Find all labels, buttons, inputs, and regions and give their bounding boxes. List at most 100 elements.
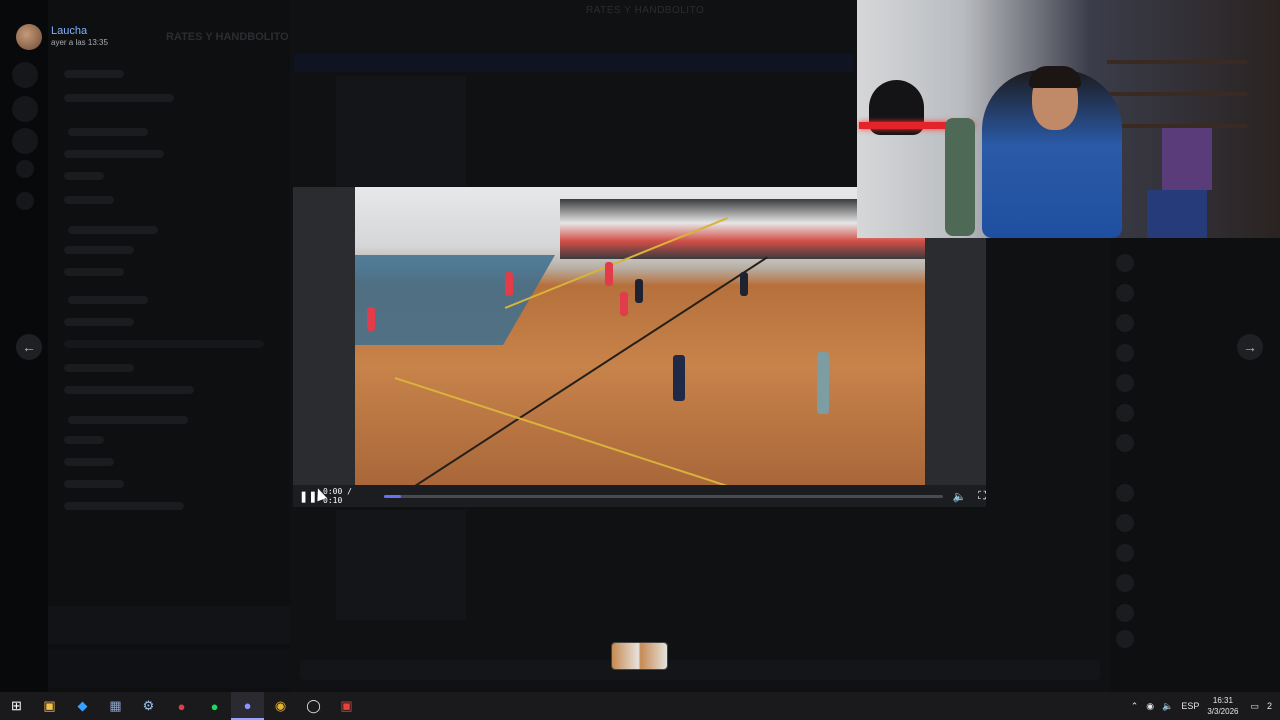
- message-input[interactable]: [300, 660, 1100, 680]
- fullscreen-icon[interactable]: ⛶: [978, 490, 986, 503]
- arrow-right-icon: →: [1243, 339, 1257, 355]
- channel-item-selected[interactable]: [64, 340, 264, 348]
- clock-time: 16:31: [1212, 696, 1233, 705]
- member-avatar[interactable]: [1116, 574, 1134, 592]
- pause-icon[interactable]: ❚❚: [299, 490, 317, 503]
- discord-icon[interactable]: ●: [231, 692, 264, 720]
- player-figure: [367, 307, 375, 331]
- member-avatar[interactable]: [1116, 344, 1134, 362]
- member-avatar[interactable]: [1116, 630, 1134, 648]
- member-avatar[interactable]: [1116, 254, 1134, 272]
- clock[interactable]: 16:31 3/3/2026: [1207, 695, 1238, 717]
- member-avatar[interactable]: [1116, 484, 1134, 502]
- notification-count: 2: [1266, 701, 1272, 711]
- network-icon[interactable]: ◉: [1146, 701, 1154, 712]
- clock-date: 3/3/2026: [1207, 707, 1239, 716]
- court-line: [394, 377, 833, 485]
- webcam-overlay: [857, 0, 1280, 238]
- thermos: [945, 118, 975, 236]
- channel-item[interactable]: [64, 318, 134, 326]
- app-red-icon[interactable]: ●: [165, 692, 198, 720]
- member-avatar[interactable]: [1116, 314, 1134, 332]
- message-image: [336, 510, 466, 620]
- member-avatar[interactable]: [1116, 374, 1134, 392]
- player-figure: [635, 279, 643, 303]
- media-thumbnail[interactable]: [611, 642, 668, 670]
- seek-bar[interactable]: [383, 494, 943, 498]
- steam-icon[interactable]: ⚙: [132, 692, 165, 720]
- poster: [1147, 190, 1207, 238]
- obs-icon[interactable]: ◯: [297, 692, 330, 720]
- volume-icon[interactable]: 🔈: [953, 490, 967, 503]
- channel-item[interactable]: [64, 386, 194, 394]
- member-avatar[interactable]: [1116, 404, 1134, 422]
- channel-item[interactable]: [64, 480, 124, 488]
- app-blue-icon[interactable]: ◆: [66, 692, 99, 720]
- system-tray: ⌃ ◉ 🔈 ESP 16:31 3/3/2026 ▭ 2: [1131, 692, 1280, 720]
- server-icon[interactable]: [12, 96, 38, 122]
- member-avatar[interactable]: [1116, 544, 1134, 562]
- voice-panel: [48, 606, 290, 644]
- media-author: Laucha ayer a las 13:35: [16, 24, 108, 50]
- channel-item[interactable]: [64, 268, 124, 276]
- server-icon[interactable]: [16, 160, 34, 178]
- arrow-left-icon: ←: [22, 339, 36, 355]
- taskbar: ⊞ ▣ ◆ ▦ ⚙ ● ● ● ◉ ◯ ▣: [0, 692, 1280, 720]
- server-title[interactable]: RATES Y HANDBOLITO: [166, 31, 289, 43]
- chrome-icon[interactable]: ◉: [264, 692, 297, 720]
- channel-item[interactable]: [64, 436, 104, 444]
- next-media-button[interactable]: →: [1237, 334, 1263, 360]
- video-frame[interactable]: [355, 187, 925, 485]
- member-avatar[interactable]: [1116, 434, 1134, 452]
- avatar[interactable]: [16, 24, 42, 50]
- seek-bar-progress: [383, 494, 401, 498]
- app-meta-icon[interactable]: ▣: [330, 692, 363, 720]
- message-timestamp: ayer a las 13:35: [51, 38, 108, 47]
- member-avatar[interactable]: [1116, 284, 1134, 302]
- previous-media-button[interactable]: ←: [16, 334, 42, 360]
- player-figure: [620, 292, 628, 316]
- channel-category[interactable]: [68, 226, 158, 234]
- channel-item[interactable]: [64, 364, 134, 372]
- chevron-up-icon[interactable]: ⌃: [1131, 701, 1139, 712]
- channel-item[interactable]: [64, 196, 114, 204]
- channel-item[interactable]: [64, 172, 104, 180]
- video-controls: ❚❚ 0:00 / 0:10 🔈 ⛶: [293, 485, 986, 507]
- video-time: 0:00 / 0:10: [323, 487, 352, 505]
- poster: [1162, 128, 1212, 190]
- channel-header: RATES Y HANDBOLITO: [586, 5, 705, 16]
- server-icon[interactable]: [12, 128, 38, 154]
- spotify-icon[interactable]: ●: [198, 692, 231, 720]
- player-figure: [605, 262, 613, 286]
- channel-item[interactable]: [64, 458, 114, 466]
- file-explorer-icon[interactable]: ▣: [33, 692, 66, 720]
- windows-start-icon[interactable]: ⊞: [0, 692, 33, 720]
- notification-icon[interactable]: ▭: [1250, 701, 1259, 712]
- app-chart-icon[interactable]: ▦: [99, 692, 132, 720]
- channel-category[interactable]: [68, 296, 148, 304]
- shelf: [1107, 92, 1247, 96]
- member-avatar[interactable]: [1116, 604, 1134, 622]
- message-image: [336, 76, 466, 186]
- channel-item[interactable]: [64, 94, 174, 102]
- channel-item[interactable]: [64, 502, 184, 510]
- streamer-hair: [1029, 66, 1081, 88]
- shelf: [1107, 60, 1247, 64]
- player-figure: [817, 352, 829, 414]
- volume-tray-icon[interactable]: 🔈: [1162, 701, 1173, 712]
- user-panel: [48, 650, 290, 688]
- channel-category[interactable]: [68, 416, 188, 424]
- channel-item[interactable]: [64, 150, 164, 158]
- channel-list: RATES Y HANDBOLITO: [48, 0, 290, 692]
- server-icon[interactable]: [12, 62, 38, 88]
- channel-item[interactable]: [64, 246, 134, 254]
- language-indicator[interactable]: ESP: [1181, 701, 1199, 711]
- server-icon[interactable]: [16, 192, 34, 210]
- channel-category[interactable]: [68, 128, 148, 136]
- thread-bar: [294, 54, 854, 72]
- player-figure: [673, 355, 685, 401]
- author-name[interactable]: Laucha: [51, 24, 108, 38]
- player-figure: [505, 272, 513, 296]
- member-avatar[interactable]: [1116, 514, 1134, 532]
- channel-item[interactable]: [64, 70, 124, 78]
